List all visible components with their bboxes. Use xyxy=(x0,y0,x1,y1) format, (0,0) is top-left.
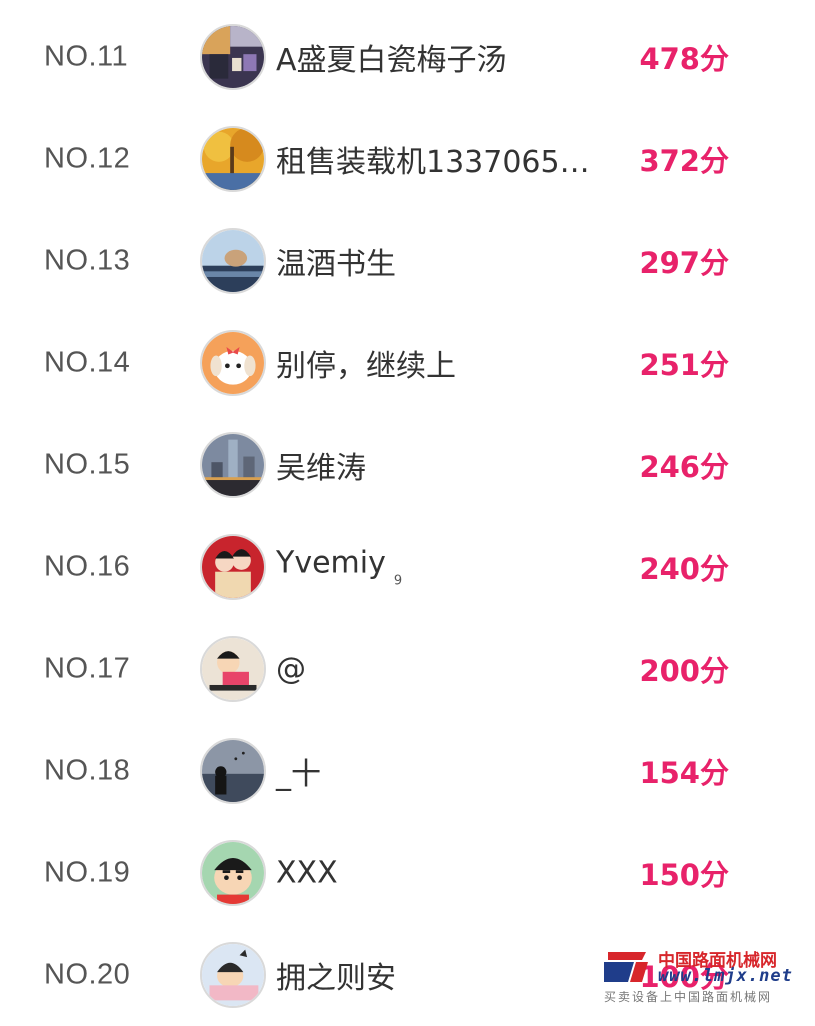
leaderboard-row[interactable]: NO.12 租售装载机1337065… 372分 xyxy=(0,108,815,210)
score-value: 154分 xyxy=(639,756,729,790)
rank-label: NO.13 xyxy=(44,244,131,277)
city-skyline-avatar[interactable] xyxy=(200,432,266,498)
score-value: 297分 xyxy=(639,246,729,280)
collage-photo-avatar[interactable] xyxy=(200,24,266,90)
user-name: 租售装载机1337065… xyxy=(276,145,590,180)
rank-label: NO.20 xyxy=(44,958,131,991)
user-name: XXX xyxy=(276,855,338,891)
night-sea-silhouette-avatar[interactable] xyxy=(200,738,266,804)
watermark-url: www.lmjx.net xyxy=(658,966,793,986)
score-value: 246分 xyxy=(639,450,729,484)
leaderboard-row[interactable]: NO.19 XXX 150分 xyxy=(0,822,815,924)
score-value: 200分 xyxy=(639,654,729,688)
user-name: 吴维涛 xyxy=(276,451,366,486)
crayon-shinchan-avatar[interactable] xyxy=(200,636,266,702)
leaderboard-row[interactable]: NO.18 _十 154分 xyxy=(0,720,815,822)
rank-label: NO.11 xyxy=(44,40,129,73)
name-tag: 9 xyxy=(393,573,403,589)
user-name: Yvemiy9 xyxy=(276,545,403,589)
rank-label: NO.14 xyxy=(44,346,131,379)
car-window-cat-avatar[interactable] xyxy=(200,228,266,294)
leaderboard-row[interactable]: NO.13 温酒书生 297分 xyxy=(0,210,815,312)
score-value: 372分 xyxy=(639,144,729,178)
shinchan-face-avatar[interactable] xyxy=(200,840,266,906)
rank-label: NO.17 xyxy=(44,652,131,685)
rank-label: NO.16 xyxy=(44,550,131,583)
rank-label: NO.15 xyxy=(44,448,131,481)
leaderboard-row[interactable]: NO.14 别停，继续上 251分 xyxy=(0,312,815,414)
watermark-slogan: 买卖设备上中国路面机械网 xyxy=(604,990,773,1004)
rank-label: NO.12 xyxy=(44,142,131,175)
sleeping-cartoon-avatar[interactable] xyxy=(200,942,266,1008)
user-name: A盛夏白瓷梅子汤 xyxy=(276,43,507,78)
user-name: 拥之则安 xyxy=(276,961,396,996)
leaderboard-row[interactable]: NO.15 吴维涛 246分 xyxy=(0,414,815,516)
score-value: 478分 xyxy=(639,42,729,76)
site-watermark: 中国路面机械网 www.lmjx.net 买卖设备上中国路面机械网 xyxy=(600,944,810,1006)
user-name: 别停，继续上 xyxy=(276,349,456,384)
couple-illustration-avatar[interactable] xyxy=(200,534,266,600)
leaderboard-row[interactable]: NO.17 @ 200分 xyxy=(0,618,815,720)
user-name: 温酒书生 xyxy=(276,247,396,282)
score-value: 240分 xyxy=(639,552,729,586)
rank-label: NO.19 xyxy=(44,856,131,889)
user-name: _十 xyxy=(276,757,321,792)
rank-label: NO.18 xyxy=(44,754,131,787)
autumn-tree-avatar[interactable] xyxy=(200,126,266,192)
user-name: @ xyxy=(276,651,306,687)
score-value: 251分 xyxy=(639,348,729,382)
site-logo-icon xyxy=(604,952,648,982)
leaderboard-row[interactable]: NO.16 Yvemiy9 240分 xyxy=(0,516,815,618)
leaderboard-row[interactable]: NO.11 A盛夏白瓷梅子汤 478分 xyxy=(0,6,815,108)
score-value: 150分 xyxy=(639,858,729,892)
cartoon-puppy-avatar[interactable] xyxy=(200,330,266,396)
